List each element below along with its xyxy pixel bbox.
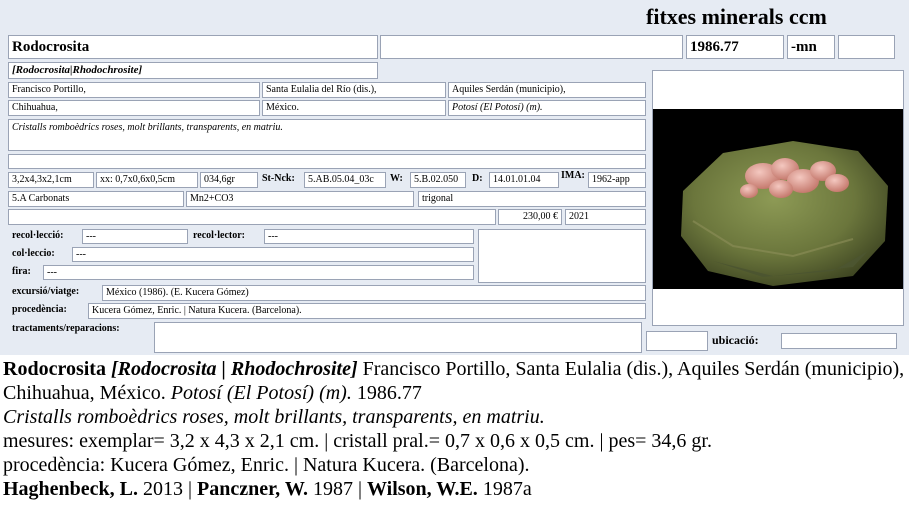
ref-separator: | — [352, 478, 367, 500]
d-field[interactable]: 14.01.01.04 — [489, 172, 559, 188]
summary-locality-italic: Potosí (El Potosí) (m). — [170, 382, 352, 404]
summary-synonyms: [Rodocrosita | Rhodochrosite] — [110, 358, 358, 380]
brand-title: fitxes minerals ccm — [646, 4, 827, 29]
locality-2-field[interactable]: Santa Eulalia del Río (dis.), — [262, 82, 446, 98]
stnck-field[interactable]: 5.AB.05.04_03c — [304, 172, 386, 188]
ubicacio-label: ubicació: — [712, 333, 759, 347]
d-label: D: — [472, 173, 483, 184]
tractaments-field[interactable] — [154, 322, 642, 353]
ref-separator: | — [183, 478, 198, 500]
ima-label: IMA: — [561, 170, 585, 181]
summary-description: Cristalls romboèdrics roses, molt brilla… — [3, 406, 545, 428]
formula-field[interactable]: Mn2+CO3 — [186, 191, 414, 207]
catalog-number-field[interactable]: 1986.77 — [686, 35, 784, 59]
specimen-image — [681, 141, 888, 286]
notes-field[interactable] — [478, 229, 646, 283]
stnck-label: St-Nck: — [262, 173, 295, 184]
locality-1-field[interactable]: Francisco Portillo, — [8, 82, 260, 98]
fira-label: fira: — [12, 266, 31, 277]
recolleccio-label: recol·lecció: — [12, 230, 64, 241]
summary-catalog: 1986.77 — [356, 382, 422, 404]
colleccio-label: col·leccio: — [12, 248, 55, 259]
suffix-extra-field[interactable] — [838, 35, 895, 59]
ref-year: 1987 — [312, 478, 353, 500]
procedencia-field[interactable]: Kucera Gómez, Enric. | Natura Kucera. (B… — [88, 303, 646, 319]
price-field[interactable]: 230,00 € — [498, 209, 562, 225]
w-field[interactable]: 5.B.02.050 — [410, 172, 466, 188]
w-label: W: — [390, 173, 403, 184]
tractaments-label: tractaments/reparacions: — [12, 323, 120, 334]
description-field[interactable]: Cristalls romboèdrics roses, molt brilla… — [8, 119, 646, 151]
mineral-name-field[interactable]: Rodocrosita — [8, 35, 378, 59]
summary-line-1: Rodocrosita [Rodocrosita | Rhodochrosite… — [3, 357, 906, 405]
recolleccio-field[interactable]: --- — [82, 229, 188, 244]
weight-field[interactable]: 034,6gr — [200, 172, 258, 188]
locality-3-field[interactable]: Aquiles Serdán (municipio), — [448, 82, 646, 98]
summary-text: Rodocrosita [Rodocrosita | Rhodochrosite… — [3, 357, 906, 501]
recollector-label: recol·lector: — [193, 230, 246, 241]
name-extra-field[interactable] — [380, 35, 683, 59]
mineral-card: fitxes minerals ccm Rodocrosita 1986.77 … — [0, 0, 909, 355]
crystal-size-field[interactable]: xx: 0,7x0,6x0,5cm — [96, 172, 198, 188]
fira-field[interactable]: --- — [43, 265, 474, 280]
summary-references: Haghenbeck, L. 2013 | Panczner, W. 1987 … — [3, 477, 906, 501]
summary-provenance: procedència: Kucera Gómez, Enric. | Natu… — [3, 454, 530, 476]
locality-5-field[interactable]: México. — [262, 100, 446, 116]
year-field[interactable]: 2021 — [565, 209, 646, 225]
locality-4-field[interactable]: Chihuahua, — [8, 100, 260, 116]
blank2-field[interactable] — [8, 209, 496, 225]
ima-field[interactable]: 1962-app — [588, 172, 646, 188]
excursio-label: excursió/viatge: — [12, 286, 80, 297]
summary-measures: mesures: exemplar= 3,2 x 4,3 x 2,1 cm. |… — [3, 430, 712, 452]
suffix-field[interactable]: -mn — [787, 35, 835, 59]
ubicacio-field[interactable] — [781, 333, 897, 349]
ref-author: Panczner, W. — [197, 478, 308, 500]
ubicacio-extra-field[interactable] — [646, 331, 708, 351]
synonyms-field[interactable]: [Rodocrosita|Rhodochrosite] — [8, 62, 378, 79]
locality-6-field[interactable]: Potosí (El Potosí) (m). — [448, 100, 646, 116]
dimensions-field[interactable]: 3,2x4,3x2,1cm — [8, 172, 94, 188]
blank-field[interactable] — [8, 154, 646, 169]
ref-year: 2013 — [143, 478, 184, 500]
recollector-field[interactable]: --- — [264, 229, 474, 244]
excursio-field[interactable]: México (1986). (E. Kucera Gómez) — [102, 285, 646, 301]
specimen-photo — [652, 70, 904, 326]
colleccio-field[interactable]: --- — [72, 247, 474, 262]
ref-author: Haghenbeck, L. — [3, 478, 139, 500]
summary-name: Rodocrosita — [3, 358, 106, 380]
ref-year: 1987a — [482, 478, 532, 500]
crystal-system-field[interactable]: trigonal — [418, 191, 646, 207]
class-field[interactable]: 5.A Carbonats — [8, 191, 184, 207]
procedencia-label: procedència: — [12, 304, 67, 315]
ref-author: Wilson, W.E. — [367, 478, 478, 500]
